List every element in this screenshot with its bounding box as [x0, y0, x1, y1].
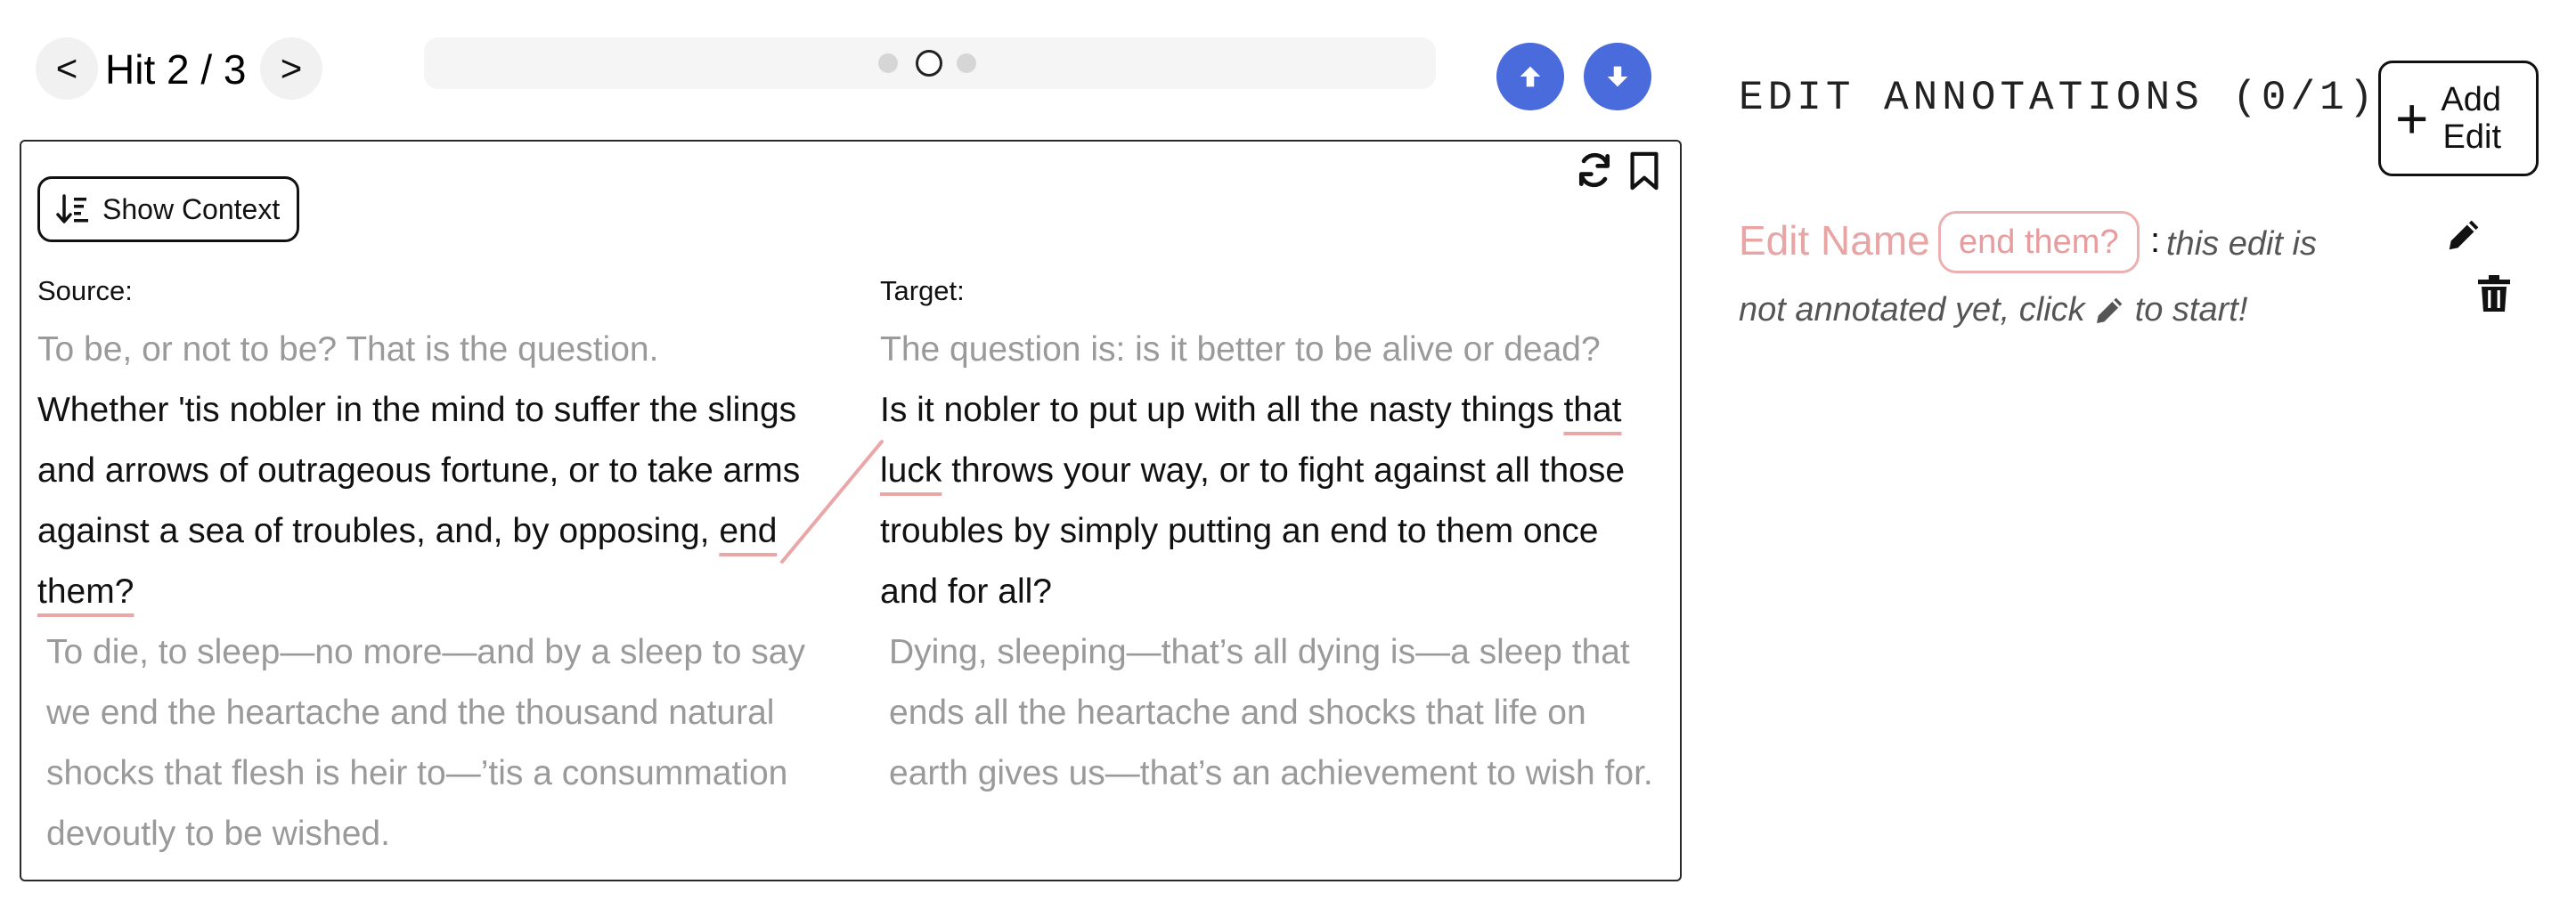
arrow-up-icon — [1520, 66, 1541, 87]
target-main-text-after: throws your way, or to fight against all… — [880, 451, 1626, 611]
progress-dot-1[interactable] — [878, 53, 898, 73]
edit-status-note-2: not annotated yet, click to start! — [1739, 291, 2248, 329]
refresh-button[interactable] — [1575, 150, 1614, 190]
hit-panel: Show Context Source: Target: To be, or n… — [20, 140, 1682, 881]
target-main-sentence: Is it nobler to put up with all the nast… — [880, 380, 1664, 622]
source-label: Source: — [37, 275, 133, 306]
source-context-after: To die, to sleep—no more—and by a sleep … — [46, 633, 805, 853]
refresh-icon — [1578, 152, 1610, 188]
add-edit-label: Add Edit — [2441, 81, 2501, 156]
source-main-text: Whether 'tis nobler in the mind to suffe… — [37, 391, 801, 550]
next-hit-button[interactable]: > — [260, 37, 322, 100]
edit-span-chip[interactable]: end them? — [1938, 211, 2140, 273]
edit-status-note-1: this edit is — [2166, 225, 2317, 263]
bookmark-button[interactable] — [1628, 150, 1660, 191]
arrow-down-icon — [1607, 66, 1628, 87]
edit-annotation-button[interactable] — [2444, 214, 2485, 255]
show-context-label: Show Context — [102, 192, 281, 225]
delete-edit-button[interactable] — [2476, 274, 2512, 313]
target-context-after: Dying, sleeping—that’s all dying is—a sl… — [889, 633, 1653, 792]
hit-counter: Hit 2 / 3 — [105, 46, 247, 93]
source-main-sentence: Whether 'tis nobler in the mind to suffe… — [37, 380, 839, 622]
target-text: The question is: is it better to be aliv… — [880, 320, 1664, 804]
edit-annotations-title: EDIT ANNOTATIONS (0/1) — [1739, 75, 2378, 121]
show-context-button[interactable]: Show Context — [37, 176, 299, 242]
progress-dot-3[interactable] — [957, 53, 976, 73]
edit-colon: : — [2150, 221, 2161, 260]
hit-progress-track[interactable] — [424, 37, 1436, 89]
target-main-text-before: Is it nobler to put up with all the nast… — [880, 391, 1564, 429]
add-edit-button[interactable]: + Add Edit — [2378, 61, 2539, 176]
bookmark-icon — [1630, 151, 1659, 191]
progress-dot-current[interactable] — [916, 50, 942, 77]
target-context-before: The question is: is it better to be aliv… — [880, 330, 1601, 369]
source-context-before: To be, or not to be? That is the questio… — [37, 330, 659, 369]
pencil-icon — [2449, 220, 2479, 250]
trash-icon — [2478, 275, 2510, 312]
pencil-icon — [2096, 297, 2123, 323]
source-text: To be, or not to be? That is the questio… — [37, 320, 839, 864]
scroll-down-button[interactable] — [1584, 43, 1651, 110]
target-label: Target: — [880, 275, 965, 306]
prev-hit-button[interactable]: < — [36, 37, 98, 100]
sort-icon — [56, 194, 88, 223]
plus-icon: + — [2395, 86, 2429, 150]
edit-name-label[interactable]: Edit Name — [1739, 214, 1930, 267]
scroll-up-button[interactable] — [1496, 43, 1564, 110]
